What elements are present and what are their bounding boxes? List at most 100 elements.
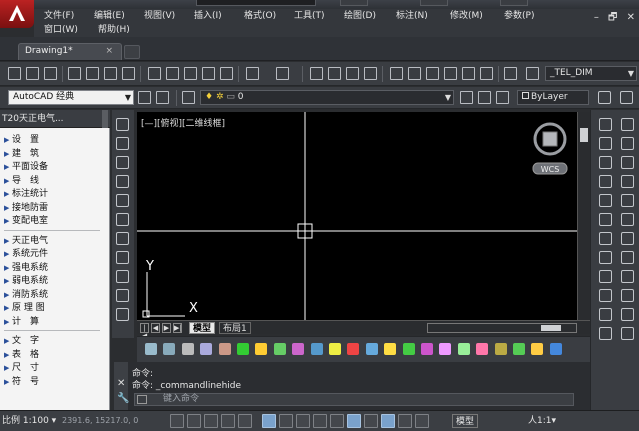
modify-tool-icon[interactable] [599, 175, 612, 188]
menu-item[interactable]: 文件(F) [44, 10, 74, 23]
modify-tool-icon[interactable] [621, 308, 634, 321]
tianzheng-menu-item[interactable]: ▶ 系统元件 [0, 248, 100, 261]
tianzheng-menu-item[interactable]: ▶ 符 号 [0, 376, 100, 389]
modify-tool-icon[interactable] [621, 251, 634, 264]
layer-properties-icon[interactable] [182, 91, 195, 104]
match-properties-icon[interactable] [202, 67, 215, 80]
wcs-menu[interactable]: WCS [541, 165, 560, 174]
menu-item[interactable]: 修改(M) [450, 10, 483, 23]
modify-tool-icon[interactable] [599, 308, 612, 321]
modify-tool-icon[interactable] [599, 289, 612, 302]
layer-state-icon[interactable] [496, 91, 509, 104]
modify-tool-icon[interactable] [621, 156, 634, 169]
linetype-combo[interactable]: ByLayer [517, 90, 589, 105]
modify-tool-icon[interactable] [599, 118, 612, 131]
tianzheng-tool-icon[interactable] [549, 343, 562, 355]
wrench-icon[interactable]: 🔧 [117, 393, 129, 404]
vertical-scrollbar[interactable] [577, 112, 590, 320]
tianzheng-menu-item[interactable]: ▶ 消防系统 [0, 289, 100, 302]
make-current-layer-icon[interactable] [460, 91, 473, 104]
drafting-toggle-button[interactable] [279, 414, 293, 428]
menu-item[interactable]: 视图(V) [144, 10, 175, 23]
scrollbar-thumb[interactable] [580, 128, 588, 142]
tianzheng-tool-icon[interactable] [145, 343, 157, 355]
modify-tool-icon[interactable] [621, 194, 634, 207]
command-icon[interactable] [137, 395, 147, 404]
command-grip[interactable]: ✕ 🔧 [114, 362, 129, 410]
minimize-icon[interactable]: – [594, 12, 599, 23]
tianzheng-menu-item[interactable]: ▶ 接地防雷 [0, 202, 100, 215]
drafting-toggle-button[interactable] [381, 414, 395, 428]
modify-tool-icon[interactable] [621, 270, 634, 283]
tianzheng-menu-item[interactable]: ▶ 表 格 [0, 349, 100, 362]
menu-item[interactable]: 窗口(W) [44, 24, 78, 37]
tianzheng-tool-icon[interactable] [347, 343, 360, 355]
layer-previous-icon[interactable] [478, 91, 491, 104]
ellipse-icon[interactable] [116, 289, 129, 302]
workspace-save-icon[interactable] [156, 91, 169, 104]
restore-icon[interactable]: 🗗 [608, 12, 617, 23]
tianzheng-tool-icon[interactable] [531, 343, 544, 355]
tianzheng-tool-icon[interactable] [255, 343, 268, 355]
workspace-settings-icon[interactable] [138, 91, 151, 104]
insert-block-icon[interactable] [116, 308, 129, 321]
erase-icon[interactable] [598, 91, 611, 104]
rectangle-icon[interactable] [116, 194, 129, 207]
modify-tool-icon[interactable] [599, 194, 612, 207]
menu-item[interactable]: 标注(N) [396, 10, 428, 23]
tianzheng-tool-icon[interactable] [476, 343, 489, 355]
tianzheng-tool-icon[interactable] [439, 343, 452, 355]
modify-tool-icon[interactable] [599, 213, 612, 226]
tianzheng-tool-icon[interactable] [200, 343, 213, 355]
tianzheng-menu-item[interactable]: ▶ 尺 寸 [0, 362, 100, 375]
tianzheng-tool-icon[interactable] [329, 343, 341, 355]
sheet-set-icon[interactable] [444, 67, 457, 80]
tab-layout1[interactable]: 布局1 [219, 322, 251, 334]
tab-drawing1[interactable]: Drawing1* × [18, 43, 122, 60]
modify-tool-icon[interactable] [599, 270, 612, 283]
tianzheng-menu-item[interactable]: ▶ 平面设备 [0, 161, 100, 174]
tianzheng-tool-icon[interactable] [218, 343, 231, 355]
modify-tool-icon[interactable] [599, 327, 612, 340]
help-icon[interactable] [504, 67, 517, 80]
erase-icon[interactable] [620, 91, 633, 104]
cut-icon[interactable] [148, 67, 161, 80]
tianzheng-menu-item[interactable]: ▶ 标注统计 [0, 188, 100, 201]
modify-tool-icon[interactable] [599, 232, 612, 245]
drafting-toggle-button[interactable] [262, 414, 276, 428]
model-space-button[interactable]: 模型 [452, 414, 479, 428]
menu-item[interactable]: 绘图(D) [344, 10, 376, 23]
close-icon[interactable]: ✕ [117, 378, 125, 389]
tianzheng-menu-item[interactable]: ▶ 计 算 [0, 316, 100, 329]
search-box[interactable] [196, 0, 316, 6]
markup-icon[interactable] [462, 67, 475, 80]
layer-combo[interactable]: ♦ ✲ ▭ 0 ▼ [200, 90, 454, 105]
drafting-toggle-button[interactable] [313, 414, 327, 428]
tianzheng-menu-item[interactable]: ▶ 导 线 [0, 175, 100, 188]
properties-icon[interactable] [390, 67, 403, 80]
modify-tool-icon[interactable] [599, 251, 612, 264]
design-center-icon[interactable] [408, 67, 421, 80]
title-button[interactable] [500, 0, 528, 6]
workspace-combo[interactable]: AutoCAD 经典 ▼ [8, 90, 134, 105]
tianzheng-tool-icon[interactable] [384, 343, 397, 355]
zoom-previous-icon[interactable] [364, 67, 377, 80]
pan-icon[interactable] [310, 67, 323, 80]
paste-icon[interactable] [184, 67, 197, 80]
tianzheng-tool-icon[interactable] [273, 343, 286, 355]
modify-tool-icon[interactable] [621, 213, 634, 226]
modify-tool-icon[interactable] [621, 327, 634, 340]
tianzheng-tool-icon[interactable] [402, 343, 415, 355]
line-icon[interactable] [116, 118, 129, 131]
viewcube[interactable]: WCS [532, 122, 568, 175]
publish-icon[interactable] [104, 67, 117, 80]
new-tab-button[interactable] [124, 45, 140, 59]
modify-tool-icon[interactable] [621, 137, 634, 150]
annotation-scale[interactable]: 人1:1▾ [528, 414, 556, 428]
modify-tool-icon[interactable] [621, 118, 634, 131]
next-layout-icon[interactable]: ▶ [162, 323, 171, 333]
tool-palettes-icon[interactable] [426, 67, 439, 80]
tianzheng-tool-icon[interactable] [457, 343, 470, 355]
polyline-icon[interactable] [116, 156, 129, 169]
calculator-icon[interactable] [480, 67, 493, 80]
